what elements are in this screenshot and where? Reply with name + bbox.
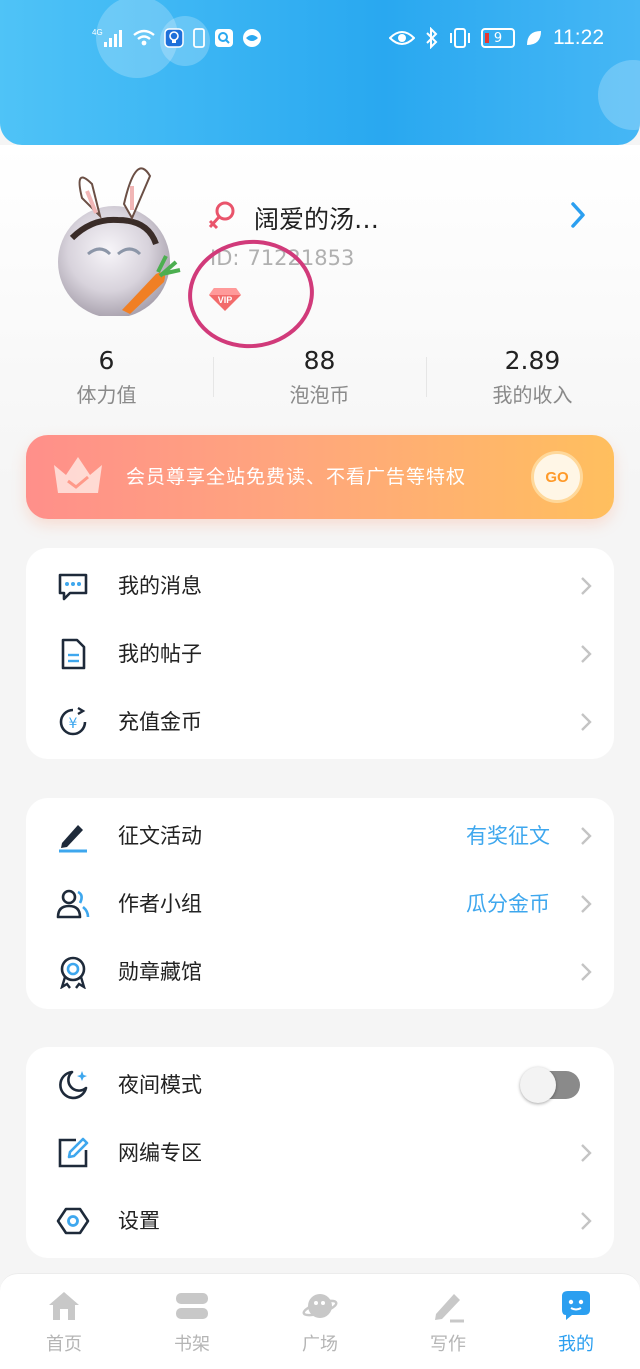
menu-item-author-group[interactable]: 作者小组 瓜分金币 (26, 870, 614, 938)
chevron-right-icon (580, 826, 592, 846)
group-icon (56, 887, 90, 921)
chat-bubble-icon (558, 1288, 594, 1324)
stat-bubble-coins[interactable]: 88 泡泡币 (213, 345, 426, 408)
write-icon (430, 1288, 466, 1324)
menu-item-posts[interactable]: 我的帖子 (26, 620, 614, 688)
recharge-icon: ¥ (56, 705, 90, 739)
chevron-right-icon (580, 712, 592, 732)
tab-label: 首页 (46, 1334, 82, 1355)
chevron-right-icon (580, 894, 592, 914)
wifi-icon (132, 28, 156, 48)
svg-text:¥: ¥ (69, 716, 78, 732)
stat-label: 泡泡币 (289, 383, 350, 407)
bluetooth-icon (425, 27, 439, 49)
bookshelf-icon (174, 1288, 210, 1324)
moon-icon (56, 1068, 90, 1102)
menu-item-medals[interactable]: 勋章藏馆 (26, 938, 614, 1006)
menu-card-creation: 征文活动 有奖征文 作者小组 瓜分金币 勋章藏馆 (26, 798, 614, 1009)
medal-icon (56, 955, 90, 990)
menu-item-label: 勋章藏馆 (118, 960, 202, 984)
stat-label: 我的收入 (492, 383, 573, 407)
eye-icon (389, 29, 415, 47)
browser-app-icon (242, 28, 262, 48)
vibrate-icon (449, 27, 471, 49)
chevron-right-icon (580, 1211, 592, 1231)
chevron-right-icon (580, 644, 592, 664)
avatar[interactable] (52, 158, 184, 316)
settings-icon (56, 1204, 90, 1238)
stat-value: 6 (98, 346, 115, 375)
stat-stamina[interactable]: 6 体力值 (0, 345, 213, 408)
menu-item-contest[interactable]: 征文活动 有奖征文 (26, 802, 614, 870)
tab-label: 广场 (302, 1334, 338, 1355)
bottom-nav: 首页 书架 广场 写作 我的 (0, 1273, 640, 1369)
tab-home[interactable]: 首页 (0, 1274, 128, 1369)
home-icon (46, 1288, 82, 1324)
stat-value: 2.89 (504, 346, 561, 375)
tab-bookshelf[interactable]: 书架 (128, 1274, 256, 1369)
message-icon (56, 569, 90, 603)
chevron-right-icon (580, 962, 592, 982)
menu-item-label: 我的帖子 (118, 642, 202, 666)
night-mode-toggle[interactable] (520, 1067, 580, 1103)
stat-income[interactable]: 2.89 我的收入 (426, 345, 639, 408)
menu-item-recharge[interactable]: ¥ 充值金币 (26, 688, 614, 756)
menu-item-tag: 有奖征文 (466, 824, 550, 848)
stat-label: 体力值 (76, 383, 137, 407)
menu-item-night-mode[interactable]: 夜间模式 (26, 1051, 614, 1119)
chevron-right-icon (580, 576, 592, 596)
menu-item-label: 我的消息 (118, 574, 202, 598)
clock: 11:22 (553, 26, 604, 49)
profile-name-row[interactable]: 阔爱的汤… (206, 196, 379, 240)
tab-write[interactable]: 写作 (384, 1274, 512, 1369)
menu-item-label: 征文活动 (118, 824, 202, 848)
battery-level: 9 (493, 30, 503, 46)
vip-banner-text: 会员尊享全站免费读、不看广告等特权 (126, 466, 467, 488)
menu-card-settings: 夜间模式 网编专区 设置 (26, 1047, 614, 1258)
phone-app-icon (192, 28, 206, 48)
menu-item-label: 网编专区 (118, 1141, 202, 1165)
go-button[interactable]: GO (531, 451, 583, 503)
search-app-icon (214, 28, 234, 48)
menu-item-settings[interactable]: 设置 (26, 1187, 614, 1255)
tab-label: 书架 (174, 1334, 210, 1355)
menu-card-account: 我的消息 我的帖子 ¥ 充值金币 (26, 548, 614, 759)
status-bar: 4G 9 11:22 (0, 18, 640, 58)
vip-banner[interactable]: 会员尊享全站免费读、不看广告等特权 GO (26, 435, 614, 519)
menu-item-label: 设置 (118, 1209, 160, 1233)
network-type: 4G (92, 28, 103, 37)
menu-item-editor-zone[interactable]: 网编专区 (26, 1119, 614, 1187)
menu-item-label: 夜间模式 (118, 1073, 202, 1097)
stat-value: 88 (303, 346, 336, 375)
menu-item-label: 作者小组 (118, 892, 202, 916)
menu-item-label: 充值金币 (118, 710, 202, 734)
document-icon (56, 637, 90, 671)
edit-box-icon (56, 1136, 90, 1170)
battery-icon: 9 (481, 28, 515, 48)
bulb-app-icon (164, 28, 184, 48)
female-gender-icon (206, 199, 238, 237)
stats-row: 6 体力值 88 泡泡币 2.89 我的收入 (0, 345, 640, 415)
pen-icon (56, 819, 90, 853)
signal-icon: 4G (92, 27, 124, 49)
leaf-icon (525, 29, 543, 47)
planet-icon (302, 1288, 338, 1324)
nickname: 阔爱的汤… (254, 205, 380, 234)
chevron-right-icon (580, 1143, 592, 1163)
tab-label: 写作 (430, 1334, 466, 1355)
crown-icon (48, 451, 108, 501)
menu-item-tag: 瓜分金币 (466, 892, 550, 916)
tab-plaza[interactable]: 广场 (256, 1274, 384, 1369)
tab-label: 我的 (558, 1334, 594, 1355)
profile-chevron-icon[interactable] (568, 200, 588, 230)
menu-item-messages[interactable]: 我的消息 (26, 552, 614, 620)
tab-mine[interactable]: 我的 (512, 1274, 640, 1369)
